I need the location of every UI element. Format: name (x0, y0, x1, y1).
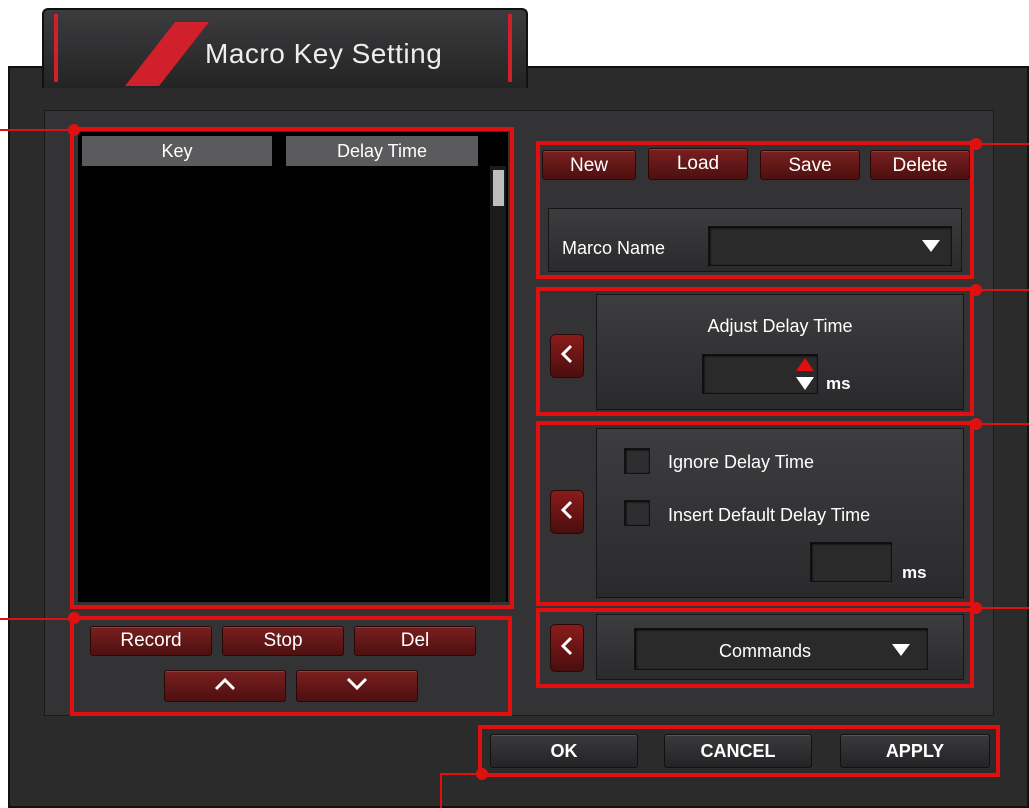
annotation-line (980, 423, 1029, 425)
annotation-line (980, 143, 1029, 145)
annotation-line (980, 607, 1029, 609)
annotation-line (0, 129, 70, 131)
annotation-box-file (536, 141, 974, 279)
annotation-box-footer (478, 725, 1000, 777)
annotation-box-record (70, 616, 512, 716)
annotation-box-options (536, 421, 974, 606)
title-accent-left (54, 14, 58, 82)
annotation-line (980, 289, 1029, 291)
title-accent-right (508, 14, 512, 82)
annotation-box-adjust (536, 287, 974, 416)
annotation-box-list (70, 127, 514, 609)
annotation-line (0, 618, 70, 620)
annotation-line (440, 773, 480, 775)
window-title: Macro Key Setting (205, 38, 443, 69)
annotation-line (440, 773, 442, 808)
annotation-box-commands (536, 608, 974, 688)
